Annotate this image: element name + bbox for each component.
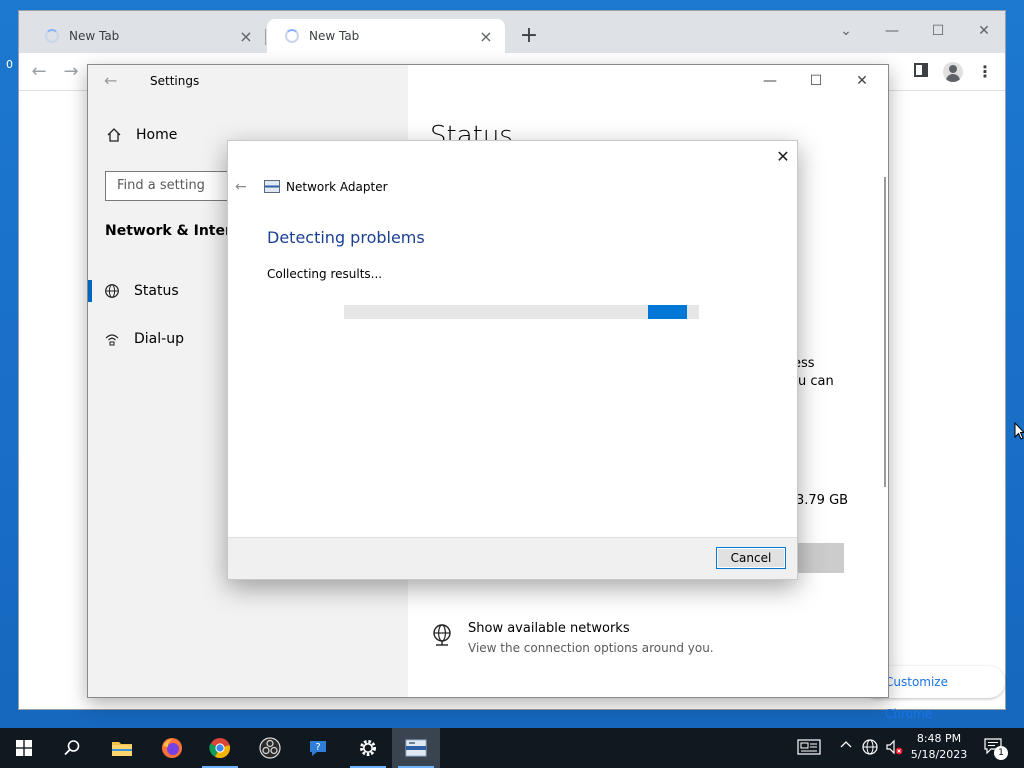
chevron-up-icon: [840, 741, 852, 748]
taskbar-chrome[interactable]: [196, 728, 244, 768]
notification-count-badge: 1: [994, 746, 1008, 760]
windows-logo-icon: [16, 740, 32, 756]
taskbar-network-troubleshooter[interactable]: [392, 728, 440, 768]
tab-loading-icon: [285, 29, 299, 43]
settings-scrollbar[interactable]: [884, 177, 886, 487]
dialog-heading: Detecting problems: [267, 228, 425, 247]
network-adapter-icon: [264, 180, 280, 193]
taskbar-search-button[interactable]: [48, 728, 96, 768]
nav-item-label: Status: [134, 283, 179, 299]
troubleshooter-app-name: Network Adapter: [286, 180, 388, 194]
chrome-tab-1[interactable]: New Tab ×: [27, 19, 265, 53]
desktop-edge-text: 0: [6, 58, 13, 71]
home-label: Home: [136, 127, 178, 143]
svg-text:?: ?: [315, 742, 320, 753]
tray-chevron-up-icon[interactable]: [838, 738, 854, 758]
taskbar: ? 8:48 PM 5/18/2023 1: [0, 728, 1024, 768]
tray-volume-muted-icon[interactable]: [884, 738, 904, 758]
help-icon: ?: [310, 741, 326, 756]
network-globe-icon: [433, 624, 451, 646]
gear-icon: [360, 740, 376, 756]
tray-network-icon[interactable]: [860, 738, 880, 758]
side-panel-glyph: [914, 63, 928, 77]
chrome-menu-icon[interactable]: ⋮: [977, 61, 993, 83]
progress-marquee: [647, 305, 687, 319]
globe-icon: [105, 284, 119, 298]
data-usage-value: 3.79 GB: [796, 493, 849, 508]
settings-maximize-button[interactable]: ☐: [794, 69, 838, 93]
network-globe-tray-icon: [862, 739, 878, 755]
start-button[interactable]: [0, 728, 48, 768]
taskbar-obs-studio[interactable]: [246, 728, 294, 768]
settings-back-icon[interactable]: ←: [104, 71, 124, 91]
search-icon: [64, 740, 80, 756]
chrome-maximize-button[interactable]: ☐: [923, 19, 953, 43]
chrome-minimize-button[interactable]: —: [877, 19, 907, 43]
profile-avatar-icon[interactable]: [943, 62, 963, 82]
dialog-status-text: Collecting results...: [267, 267, 383, 281]
speaker-muted-icon: [886, 739, 903, 755]
clock-time: 8:48 PM: [916, 732, 962, 745]
show-networks-title: Show available networks: [468, 621, 630, 636]
folder-icon: [112, 742, 132, 756]
tab-close-icon[interactable]: ×: [477, 27, 495, 46]
chrome-tab-strip: New Tab × New Tab × + ⌄ — ☐ ✕: [19, 11, 1005, 53]
firefox-icon: [162, 738, 182, 758]
taskbar-settings[interactable]: [344, 728, 392, 768]
show-available-networks-link[interactable]: Show available networks View the connect…: [430, 621, 714, 655]
chrome-icon: [209, 738, 230, 759]
forward-arrow-icon[interactable]: →: [59, 61, 83, 83]
back-arrow-icon[interactable]: ←: [27, 61, 51, 83]
chrome-close-button[interactable]: ✕: [969, 19, 999, 43]
new-tab-button[interactable]: +: [517, 25, 541, 47]
dialog-footer: Cancel: [228, 537, 797, 579]
dialog-close-button[interactable]: ✕: [772, 146, 794, 168]
settings-home-link[interactable]: Home: [106, 127, 177, 143]
settings-close-button[interactable]: ✕: [840, 69, 884, 93]
tab-loading-icon: [45, 29, 59, 43]
chrome-tab-2[interactable]: New Tab ×: [267, 19, 505, 53]
cancel-button[interactable]: Cancel: [716, 547, 786, 569]
home-icon: [107, 128, 121, 142]
news-icon: [797, 739, 821, 755]
side-panel-icon[interactable]: [909, 61, 933, 83]
obscured-text-fragment: u can: [798, 374, 834, 389]
show-networks-subtitle: View the connection options around you.: [468, 641, 714, 655]
progress-bar: [344, 305, 699, 319]
taskbar-firefox[interactable]: [148, 728, 196, 768]
taskbar-get-help[interactable]: ?: [294, 728, 342, 768]
tab-separator: [265, 29, 266, 45]
tab-close-icon[interactable]: ×: [237, 27, 255, 46]
obs-icon: [259, 737, 281, 759]
taskbar-clock[interactable]: 8:48 PM 5/18/2023: [906, 731, 972, 763]
tab-title: New Tab: [69, 29, 120, 43]
settings-title: Settings: [150, 74, 200, 88]
nav-item-label: Dial-up: [134, 331, 184, 347]
network-adapter-taskbar-icon: [405, 739, 427, 757]
tab-search-dropdown-icon[interactable]: ⌄: [831, 19, 861, 43]
dial-up-icon: [105, 334, 119, 346]
tab-title: New Tab: [309, 29, 360, 43]
troubleshooter-dialog: ✕ ← Network Adapter Detecting problems C…: [227, 140, 798, 580]
mouse-pointer-icon: [1014, 422, 1024, 440]
taskbar-file-explorer[interactable]: [98, 728, 146, 768]
settings-minimize-button[interactable]: —: [748, 69, 792, 93]
taskbar-keyboard-icon[interactable]: [796, 738, 822, 758]
dialog-back-icon[interactable]: ←: [235, 178, 253, 196]
clock-date: 5/18/2023: [910, 748, 968, 761]
